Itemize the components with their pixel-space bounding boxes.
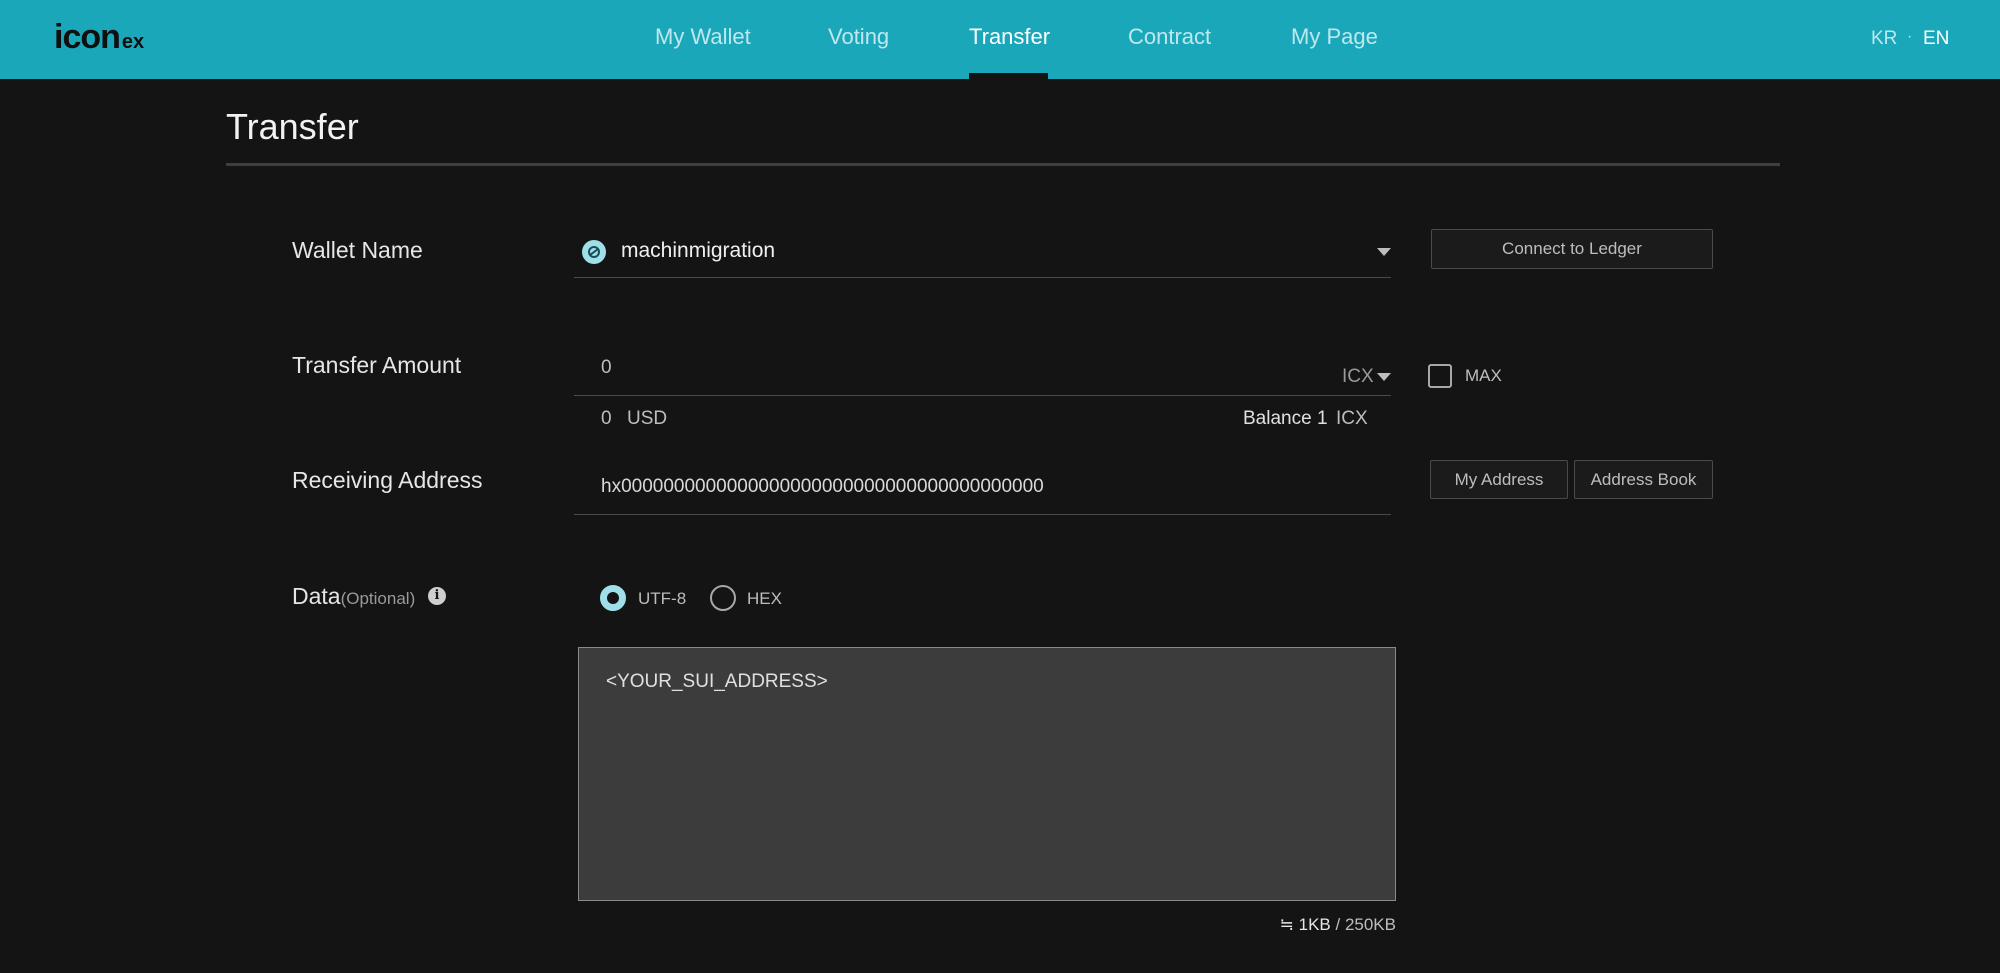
receiving-address-input[interactable]: hx00000000000000000000000000000000000000… <box>601 476 1044 498</box>
wallet-select-underline <box>574 277 1391 278</box>
address-input-underline <box>574 514 1391 515</box>
utf8-radio[interactable] <box>600 585 626 611</box>
nav-contract[interactable]: Contract <box>1128 24 1211 50</box>
unit-caret-down-icon <box>1377 373 1391 381</box>
balance-value: 1 <box>1317 408 1328 429</box>
wallet-name-value: machinmigration <box>621 239 776 262</box>
data-label: Data(Optional) <box>292 583 415 610</box>
usd-value: 0 <box>601 408 612 429</box>
top-navigation-bar: icon ex My Wallet Voting Transfer Contra… <box>0 0 2000 79</box>
logo-suffix-text: ex <box>121 31 145 53</box>
logo-main-text: icon <box>54 18 121 56</box>
unit-value: ICX <box>1342 366 1374 387</box>
utf8-label: UTF-8 <box>638 589 687 608</box>
my-address-button[interactable]: My Address <box>1430 460 1568 499</box>
usd-unit: USD <box>627 408 668 429</box>
data-optional-text: (Optional) <box>340 589 416 608</box>
balance-label: Balance <box>1243 408 1312 429</box>
data-textarea[interactable]: <YOUR_SUI_ADDRESS> <box>578 647 1396 901</box>
wallet-name-label: Wallet Name <box>292 237 423 263</box>
info-icon[interactable]: i <box>428 587 446 605</box>
amount-input[interactable]: 0 <box>601 357 612 379</box>
data-size-indicator: ≒ 1KB / 250KB <box>1280 915 1396 935</box>
max-label: MAX <box>1465 366 1502 385</box>
nav-voting[interactable]: Voting <box>828 24 889 50</box>
transfer-amount-label: Transfer Amount <box>292 352 462 378</box>
page-title: Transfer <box>226 106 359 147</box>
lang-kr[interactable]: KR <box>1871 28 1897 50</box>
address-book-button[interactable]: Address Book <box>1574 460 1713 499</box>
max-checkbox[interactable] <box>1428 364 1452 388</box>
balance-unit: ICX <box>1336 408 1368 429</box>
connect-ledger-button[interactable]: Connect to Ledger <box>1431 229 1713 269</box>
iconex-logo[interactable]: icon ex <box>54 18 144 58</box>
nav-transfer[interactable]: Transfer <box>969 24 1050 50</box>
lang-separator: · <box>1907 28 1913 45</box>
amount-input-underline <box>574 395 1391 396</box>
data-label-text: Data <box>292 583 341 609</box>
nav-my-wallet[interactable]: My Wallet <box>655 24 751 50</box>
hex-radio[interactable] <box>710 585 736 611</box>
nav-my-page[interactable]: My Page <box>1291 24 1378 50</box>
receiving-address-label: Receiving Address <box>292 467 483 493</box>
hex-label: HEX <box>747 589 782 608</box>
icon-coin-icon <box>582 240 606 264</box>
data-textarea-content: <YOUR_SUI_ADDRESS> <box>606 671 828 692</box>
active-tab-indicator <box>969 73 1048 79</box>
lang-en[interactable]: EN <box>1923 28 1949 50</box>
data-size-limit: / 250KB <box>1335 915 1397 934</box>
data-size-current: ≒ 1KB <box>1279 915 1331 934</box>
caret-down-icon <box>1377 248 1391 256</box>
title-divider <box>226 163 1780 166</box>
